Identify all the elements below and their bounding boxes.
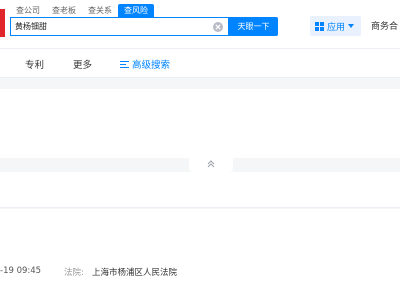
apps-label: 应用 [327,22,346,33]
search-input[interactable]: 黄杨钿甜 [15,18,47,35]
court-label: 法院: [64,268,84,278]
nav-more[interactable]: 更多 [73,57,92,71]
result-summary-bar [0,172,400,208]
clear-icon[interactable] [213,22,223,32]
filter-panel [0,89,400,158]
advanced-search-label: 高级搜索 [132,60,171,71]
chevron-up-icon[interactable] [206,159,216,169]
tab-relation[interactable]: 查关系 [82,4,118,18]
apps-grid-icon [315,21,324,31]
business-link[interactable]: 商务合 [371,19,398,32]
tab-boss[interactable]: 查老板 [46,4,82,18]
search-button[interactable]: 天眼一下 [229,17,278,36]
search-tabs: 查公司 查老板 查关系 查风险 [10,4,154,18]
caret-down-icon [348,24,355,28]
court-value[interactable]: 上海市杨浦区人民法院 [92,266,177,278]
filter-icon [120,60,129,68]
tab-company[interactable]: 查公司 [10,4,46,18]
logo[interactable] [0,9,5,37]
search-box[interactable]: 黄杨钿甜 [10,17,229,36]
header: 查公司 查老板 查关系 查风险 黄杨钿甜 天眼一下 应用 商务合 [0,0,400,48]
nav-bar: 专利 更多 高级搜索 [0,48,400,78]
tab-risk[interactable]: 查风险 [118,4,154,18]
result-card[interactable] [0,209,400,300]
case-date: -19 09:45 [0,266,42,276]
advanced-search-link[interactable]: 高级搜索 [120,57,170,71]
nav-patent[interactable]: 专利 [25,57,44,71]
apps-menu-button[interactable]: 应用 [310,16,361,36]
